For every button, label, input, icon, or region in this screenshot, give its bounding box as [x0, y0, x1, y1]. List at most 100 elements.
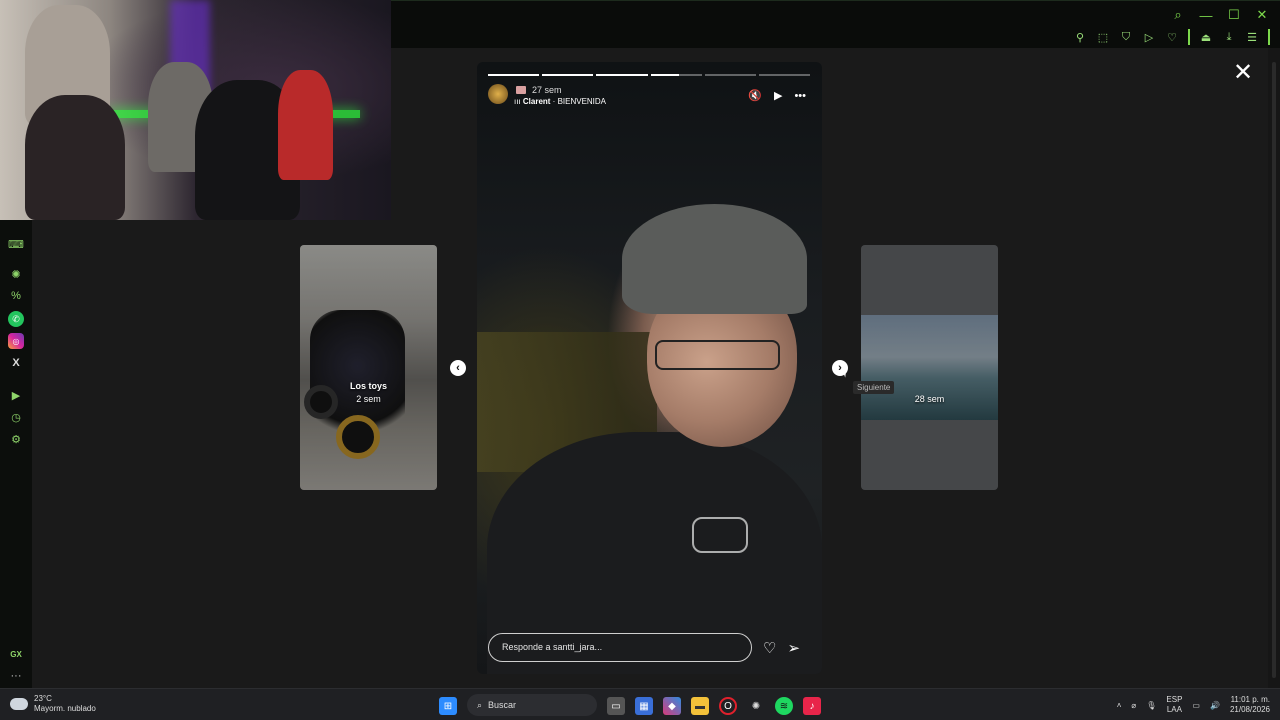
music-title: BIENVENIDA	[557, 97, 607, 106]
previous-story-button[interactable]: ‹	[450, 360, 466, 376]
windows-taskbar: 23°C Mayorm. nublado ⊞ ⌕ Buscar ▭ ▦ ◆ ▬ …	[0, 688, 1280, 720]
progress-segment	[650, 74, 702, 76]
reply-actions: ♡ ➢	[763, 639, 800, 657]
system-tray: ˄ ⌀ 🎙 ESP LAA ▭ 🔊 11:01 p. m. 21/08/2026	[1117, 695, 1270, 715]
search-icon[interactable]: ⌕	[1170, 7, 1186, 23]
tiktok-icon[interactable]: ♪	[803, 697, 821, 715]
webcam-overlay	[0, 0, 391, 220]
story-time: 27 sem	[532, 85, 562, 95]
story-controls: 🔇 ▶ •••	[748, 89, 806, 103]
progress-segment	[596, 74, 648, 76]
gaming-chair	[278, 70, 333, 180]
gamepad-icon[interactable]: ⌨	[8, 236, 24, 252]
cloud-icon	[10, 698, 28, 710]
prev-story-time: 2 sem	[356, 394, 381, 404]
weather-widget[interactable]: 23°C Mayorm. nublado	[10, 694, 96, 714]
progress-segment	[542, 74, 594, 76]
progress-fill	[542, 74, 594, 76]
snapshot-icon[interactable]: ⬚	[1096, 30, 1110, 44]
pin-icon[interactable]: ⚲	[1073, 30, 1087, 44]
whatsapp-icon[interactable]: ✆	[8, 311, 24, 327]
language-layout: LAA	[1166, 705, 1182, 714]
preview-shade	[861, 245, 998, 490]
download-icon[interactable]: ⤓	[1222, 30, 1236, 44]
divider	[1188, 29, 1190, 45]
gx-logo[interactable]: GX	[8, 646, 24, 662]
avatar[interactable]	[488, 84, 508, 104]
progress-fill	[488, 74, 540, 76]
story-photo-glasses	[655, 340, 780, 370]
taskbar-apps: ⊞ ⌕ Buscar ▭ ▦ ◆ ▬ O ✺ ≋ ♪	[439, 694, 821, 716]
window-controls: ⌕ — ☐ ✕	[1170, 7, 1270, 23]
instagram-icon[interactable]: ◎	[8, 333, 24, 349]
progress-segment	[704, 74, 756, 76]
play-icon[interactable]: ▷	[1142, 30, 1156, 44]
volume-icon[interactable]: 🔊	[1210, 701, 1220, 710]
menu-icon[interactable]: ☰	[1245, 30, 1259, 44]
taskbar-search[interactable]: ⌕ Buscar	[467, 694, 597, 716]
preview-shade	[300, 245, 437, 490]
progress-segment	[488, 74, 540, 76]
story-photo-cap	[622, 204, 807, 314]
next-story-time: 28 sem	[914, 394, 945, 404]
x-icon[interactable]: X	[8, 355, 24, 371]
story-progress-bar	[488, 74, 811, 76]
send-icon[interactable]: ➢	[787, 639, 800, 657]
language-indicator[interactable]: ESP LAA	[1166, 695, 1182, 715]
more-icon[interactable]: ···	[8, 668, 24, 684]
music-info[interactable]: ııı Clarent · BIENVENIDA	[514, 97, 606, 106]
shield-icon[interactable]: ⛉	[1119, 30, 1133, 44]
more-options-icon[interactable]: •••	[794, 90, 806, 102]
settings-icon[interactable]: ⚙	[8, 431, 24, 447]
webcam-person	[25, 95, 125, 220]
next-tooltip: Siguiente	[853, 381, 895, 394]
chevron-up-icon[interactable]: ˄	[1117, 701, 1122, 710]
display-icon[interactable]: ▭	[1192, 701, 1200, 710]
history-icon[interactable]: ◷	[8, 409, 24, 425]
next-story-preview[interactable]: 28 sem	[861, 245, 998, 490]
clock-date: 21/08/2026	[1229, 705, 1270, 714]
chatgpt-icon[interactable]: ✺	[747, 697, 765, 715]
play-icon[interactable]: ▶	[774, 89, 782, 102]
scrollbar-thumb[interactable]	[1272, 62, 1276, 678]
percent-icon[interactable]: %	[8, 288, 24, 304]
music-user: Clarent	[522, 97, 551, 106]
like-icon[interactable]: ♡	[763, 639, 776, 657]
file-explorer-icon[interactable]: ▬	[691, 697, 709, 715]
reply-input[interactable]: Responde a santti_jara...	[488, 633, 752, 662]
prev-story-preview[interactable]: Los toys 2 sem	[300, 245, 437, 490]
progress-fill	[596, 74, 648, 76]
close-icon[interactable]: ✕	[1254, 7, 1270, 23]
story-header	[488, 84, 508, 104]
download-user-icon[interactable]: ⏏	[1199, 30, 1213, 44]
divider	[1268, 29, 1270, 45]
microphone-icon[interactable]: 🎙	[1146, 701, 1156, 710]
network-off-icon[interactable]: ⌀	[1131, 701, 1136, 710]
opera-gx-icon[interactable]: O	[719, 697, 737, 715]
search-icon: ⌕	[477, 699, 483, 710]
progress-fill	[650, 74, 679, 76]
progress-segment	[758, 74, 811, 76]
music-bars-icon: ııı	[514, 97, 523, 106]
prev-story-name: Los toys	[349, 381, 387, 391]
heart-icon[interactable]: ♡	[1165, 30, 1179, 44]
extensions-bar: ⚲ ⬚ ⛉ ▷ ♡ ⏏ ⤓ ☰	[1073, 29, 1270, 45]
shirt-logo-print	[692, 517, 748, 553]
close-viewer-button[interactable]: ✕	[1232, 61, 1254, 85]
task-view-icon[interactable]: ▭	[607, 697, 625, 715]
clock[interactable]: 11:01 p. m. 21/08/2026	[1230, 695, 1270, 715]
player-icon[interactable]: ▶	[8, 387, 24, 403]
minimize-icon[interactable]: —	[1198, 7, 1214, 23]
clock-time: 11:01 p. m.	[1230, 695, 1270, 704]
spotify-icon[interactable]: ≋	[775, 697, 793, 715]
chatgpt-icon[interactable]: ✺	[8, 266, 24, 282]
store-icon[interactable]: ▦	[635, 697, 653, 715]
copilot-icon[interactable]: ◆	[663, 697, 681, 715]
scrollbar[interactable]	[1268, 48, 1280, 688]
mute-icon[interactable]: 🔇	[748, 89, 762, 102]
flag-icon	[516, 86, 526, 94]
maximize-icon[interactable]: ☐	[1226, 7, 1242, 23]
weather-desc: Mayorm. nublado	[34, 704, 96, 713]
windows-start-icon[interactable]: ⊞	[439, 697, 457, 715]
current-story[interactable]: 27 sem ııı Clarent · BIENVENIDA 🔇 ▶ ••• …	[477, 62, 822, 674]
